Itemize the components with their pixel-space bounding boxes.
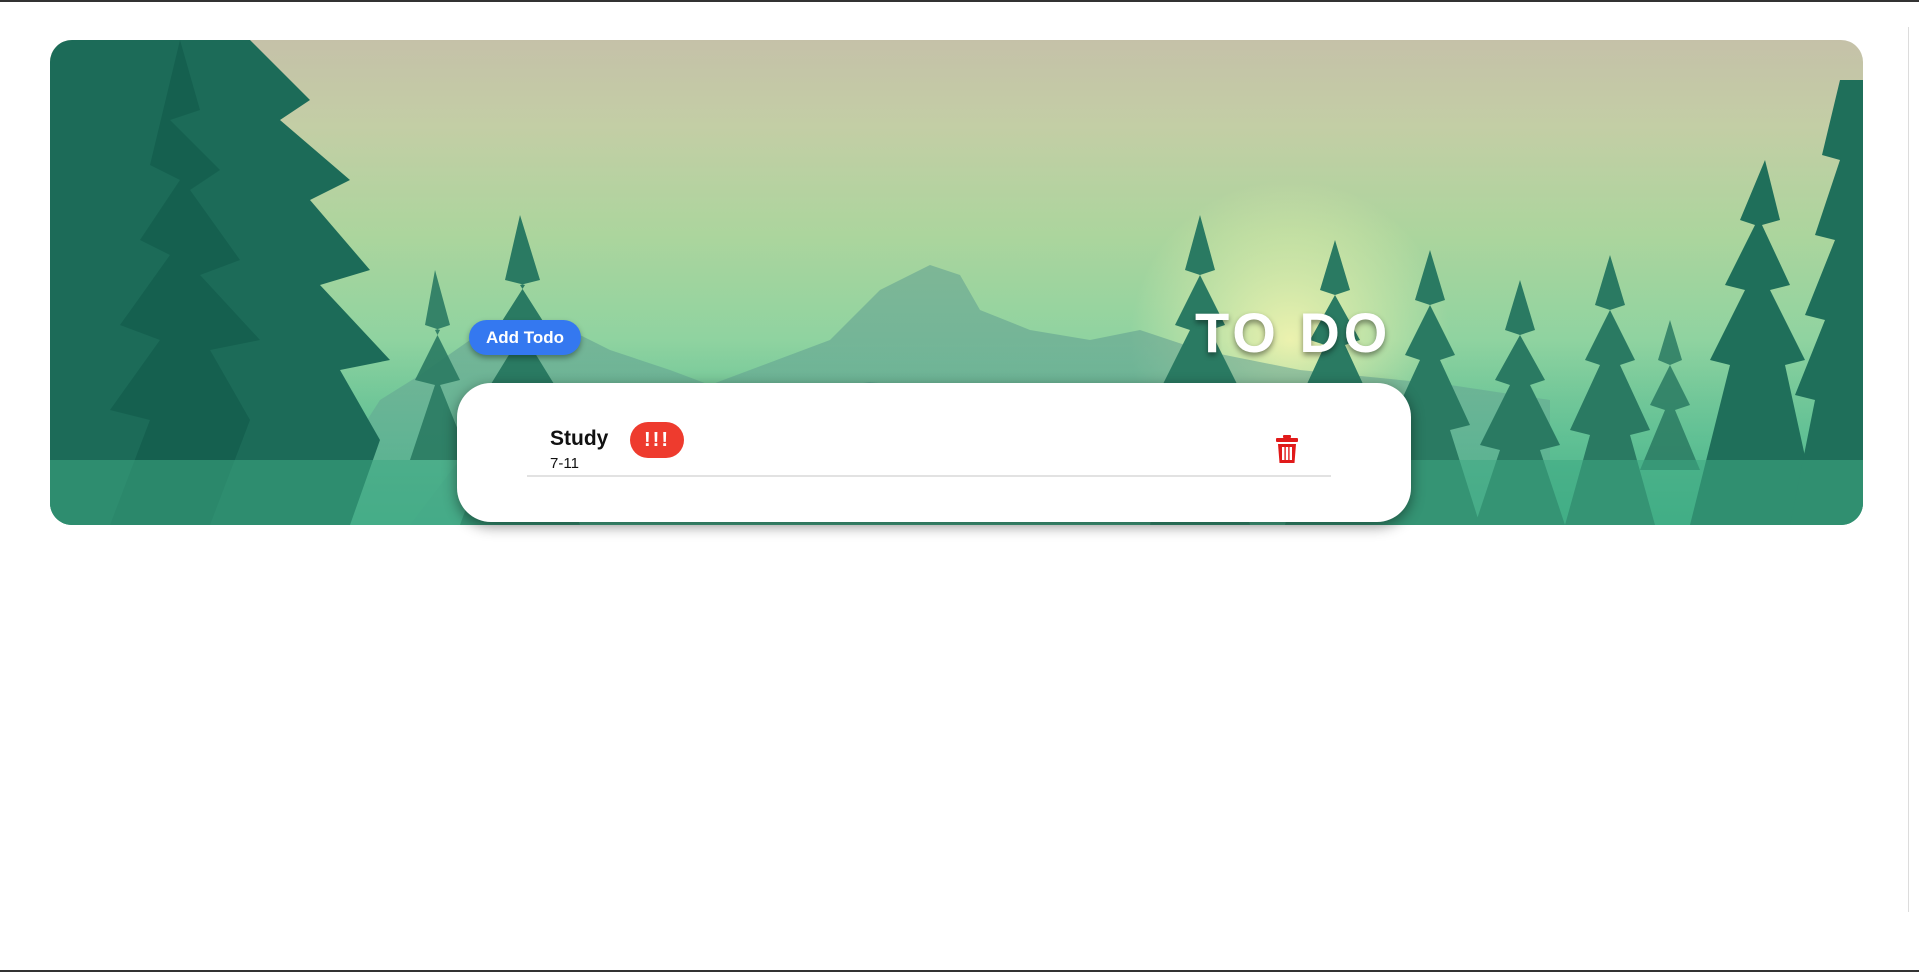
delete-todo-button[interactable]	[1273, 433, 1301, 465]
todo-name: Study	[550, 427, 609, 450]
page-scrollbar[interactable]	[1908, 27, 1919, 912]
todo-list-item: Study !!! 7-11	[527, 413, 1331, 477]
priority-badge: !!!	[630, 422, 684, 458]
add-todo-button[interactable]: Add Todo	[469, 320, 581, 355]
trash-icon	[1276, 435, 1298, 463]
page-title: TO DO	[1195, 301, 1392, 364]
todo-date: 7-11	[550, 455, 579, 472]
window-top-border	[0, 0, 1919, 2]
todo-list-card: Study !!! 7-11	[457, 383, 1411, 522]
